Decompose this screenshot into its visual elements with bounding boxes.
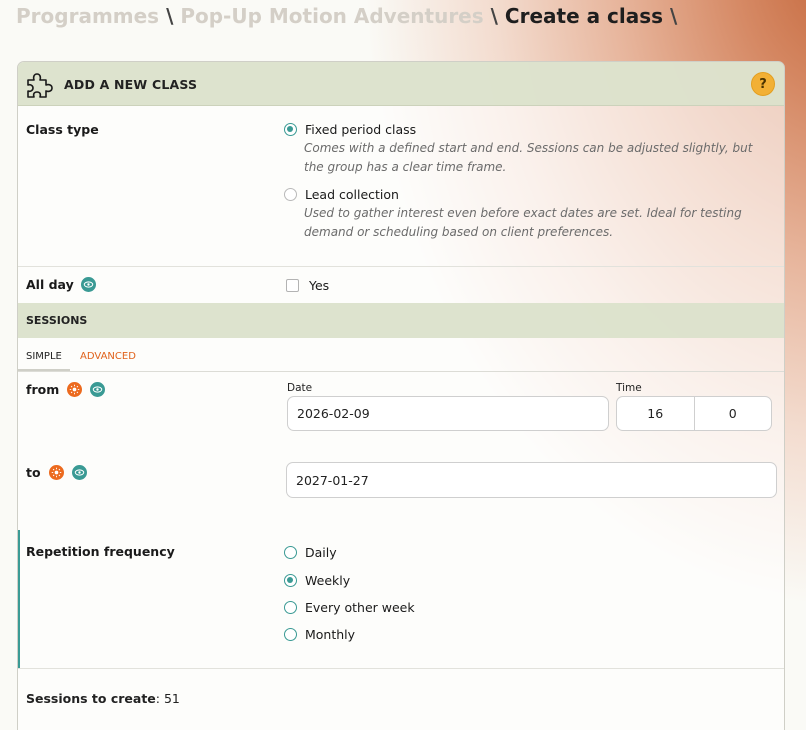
fixed-period-description: Comes with a defined start and end. Sess… [304, 139, 753, 177]
breadcrumb-current: Create a class [504, 4, 664, 28]
radio-weekly[interactable] [284, 574, 297, 587]
all-day-label: All day [26, 277, 74, 292]
class-type-label: Class type [26, 122, 99, 137]
radio-every-other-week[interactable] [284, 601, 297, 614]
all-day-option[interactable]: Yes [286, 278, 329, 293]
eye-icon[interactable] [71, 465, 87, 480]
sun-icon[interactable] [67, 382, 83, 397]
eye-icon[interactable] [90, 382, 106, 397]
hour-input[interactable]: 16 [617, 397, 694, 430]
description-line: the group has a clear time frame. [304, 160, 507, 174]
radio-daily[interactable] [284, 546, 297, 559]
description-line: Comes with a defined start and end. Sess… [304, 141, 753, 155]
class-type-option-fixed[interactable]: Fixed period class [284, 122, 416, 137]
time-label: Time [616, 382, 642, 394]
option-label: Weekly [305, 573, 351, 588]
repetition-option-weekly[interactable]: Weekly [284, 573, 350, 588]
option-label: Fixed period class [305, 122, 417, 137]
repetition-option-monthly[interactable]: Monthly [284, 627, 355, 642]
divider [18, 266, 784, 267]
help-button[interactable]: ? [751, 72, 775, 96]
description-line: demand or scheduling based on client pre… [304, 225, 614, 239]
divider [18, 668, 784, 669]
tabs-divider [18, 371, 784, 372]
active-tab-indicator [18, 369, 70, 371]
all-day-checkbox-label: Yes [309, 278, 330, 293]
from-date-input[interactable]: 2026-02-09 [287, 396, 609, 431]
sessions-header: SESSIONS [18, 303, 784, 338]
sun-icon[interactable] [48, 465, 64, 480]
minute-input[interactable]: 0 [693, 397, 772, 430]
radio-fixed-period[interactable] [284, 123, 297, 136]
breadcrumb-separator: \ [670, 4, 678, 28]
from-row: from [26, 382, 106, 397]
option-label: Every other week [305, 600, 415, 615]
to-date-input[interactable]: 2027-01-27 [286, 462, 777, 498]
repetition-label: Repetition frequency [26, 544, 175, 559]
class-type-option-lead[interactable]: Lead collection [284, 187, 399, 202]
to-row: to [26, 465, 87, 480]
breadcrumb: Programmes \ Pop-Up Motion Adventures \ … [16, 4, 677, 28]
option-label: Lead collection [305, 187, 399, 202]
radio-lead-collection[interactable] [284, 188, 297, 201]
sessions-count: 51 [163, 691, 180, 706]
eye-icon[interactable] [80, 277, 96, 292]
tab-simple[interactable]: SIMPLE [26, 351, 62, 362]
radio-monthly[interactable] [284, 628, 297, 641]
description-line: Used to gather interest even before exac… [304, 206, 742, 220]
from-time-input: 16 0 [616, 396, 772, 431]
all-day-row: All day [26, 277, 96, 292]
sessions-to-create-label: Sessions to create [26, 691, 156, 706]
breadcrumb-separator: \ [166, 4, 174, 28]
from-label: from [26, 382, 60, 397]
breadcrumb-programmes-link[interactable]: Programmes [16, 4, 159, 28]
option-label: Monthly [305, 627, 356, 642]
sessions-to-create: Sessions to create: 51 [26, 691, 180, 706]
all-day-checkbox[interactable] [286, 279, 299, 292]
puzzle-icon [27, 73, 53, 98]
panel-title: ADD A NEW CLASS [64, 77, 198, 92]
to-label: to [26, 465, 41, 480]
lead-collection-description: Used to gather interest even before exac… [304, 204, 742, 242]
sessions-title: SESSIONS [26, 314, 88, 327]
breadcrumb-separator: \ [490, 4, 498, 28]
repetition-option-daily[interactable]: Daily [284, 545, 337, 560]
repetition-accent-bar [18, 530, 20, 668]
add-class-panel: ADD A NEW CLASS ? Class type Fixed perio… [17, 61, 785, 730]
option-label: Daily [305, 545, 337, 560]
repetition-option-every-other-week[interactable]: Every other week [284, 600, 415, 615]
date-label: Date [287, 382, 313, 394]
breadcrumb-programme-link[interactable]: Pop-Up Motion Adventures [180, 4, 483, 28]
colon: : [155, 691, 164, 706]
panel-header: ADD A NEW CLASS ? [18, 62, 784, 106]
tab-advanced[interactable]: ADVANCED [80, 351, 136, 362]
